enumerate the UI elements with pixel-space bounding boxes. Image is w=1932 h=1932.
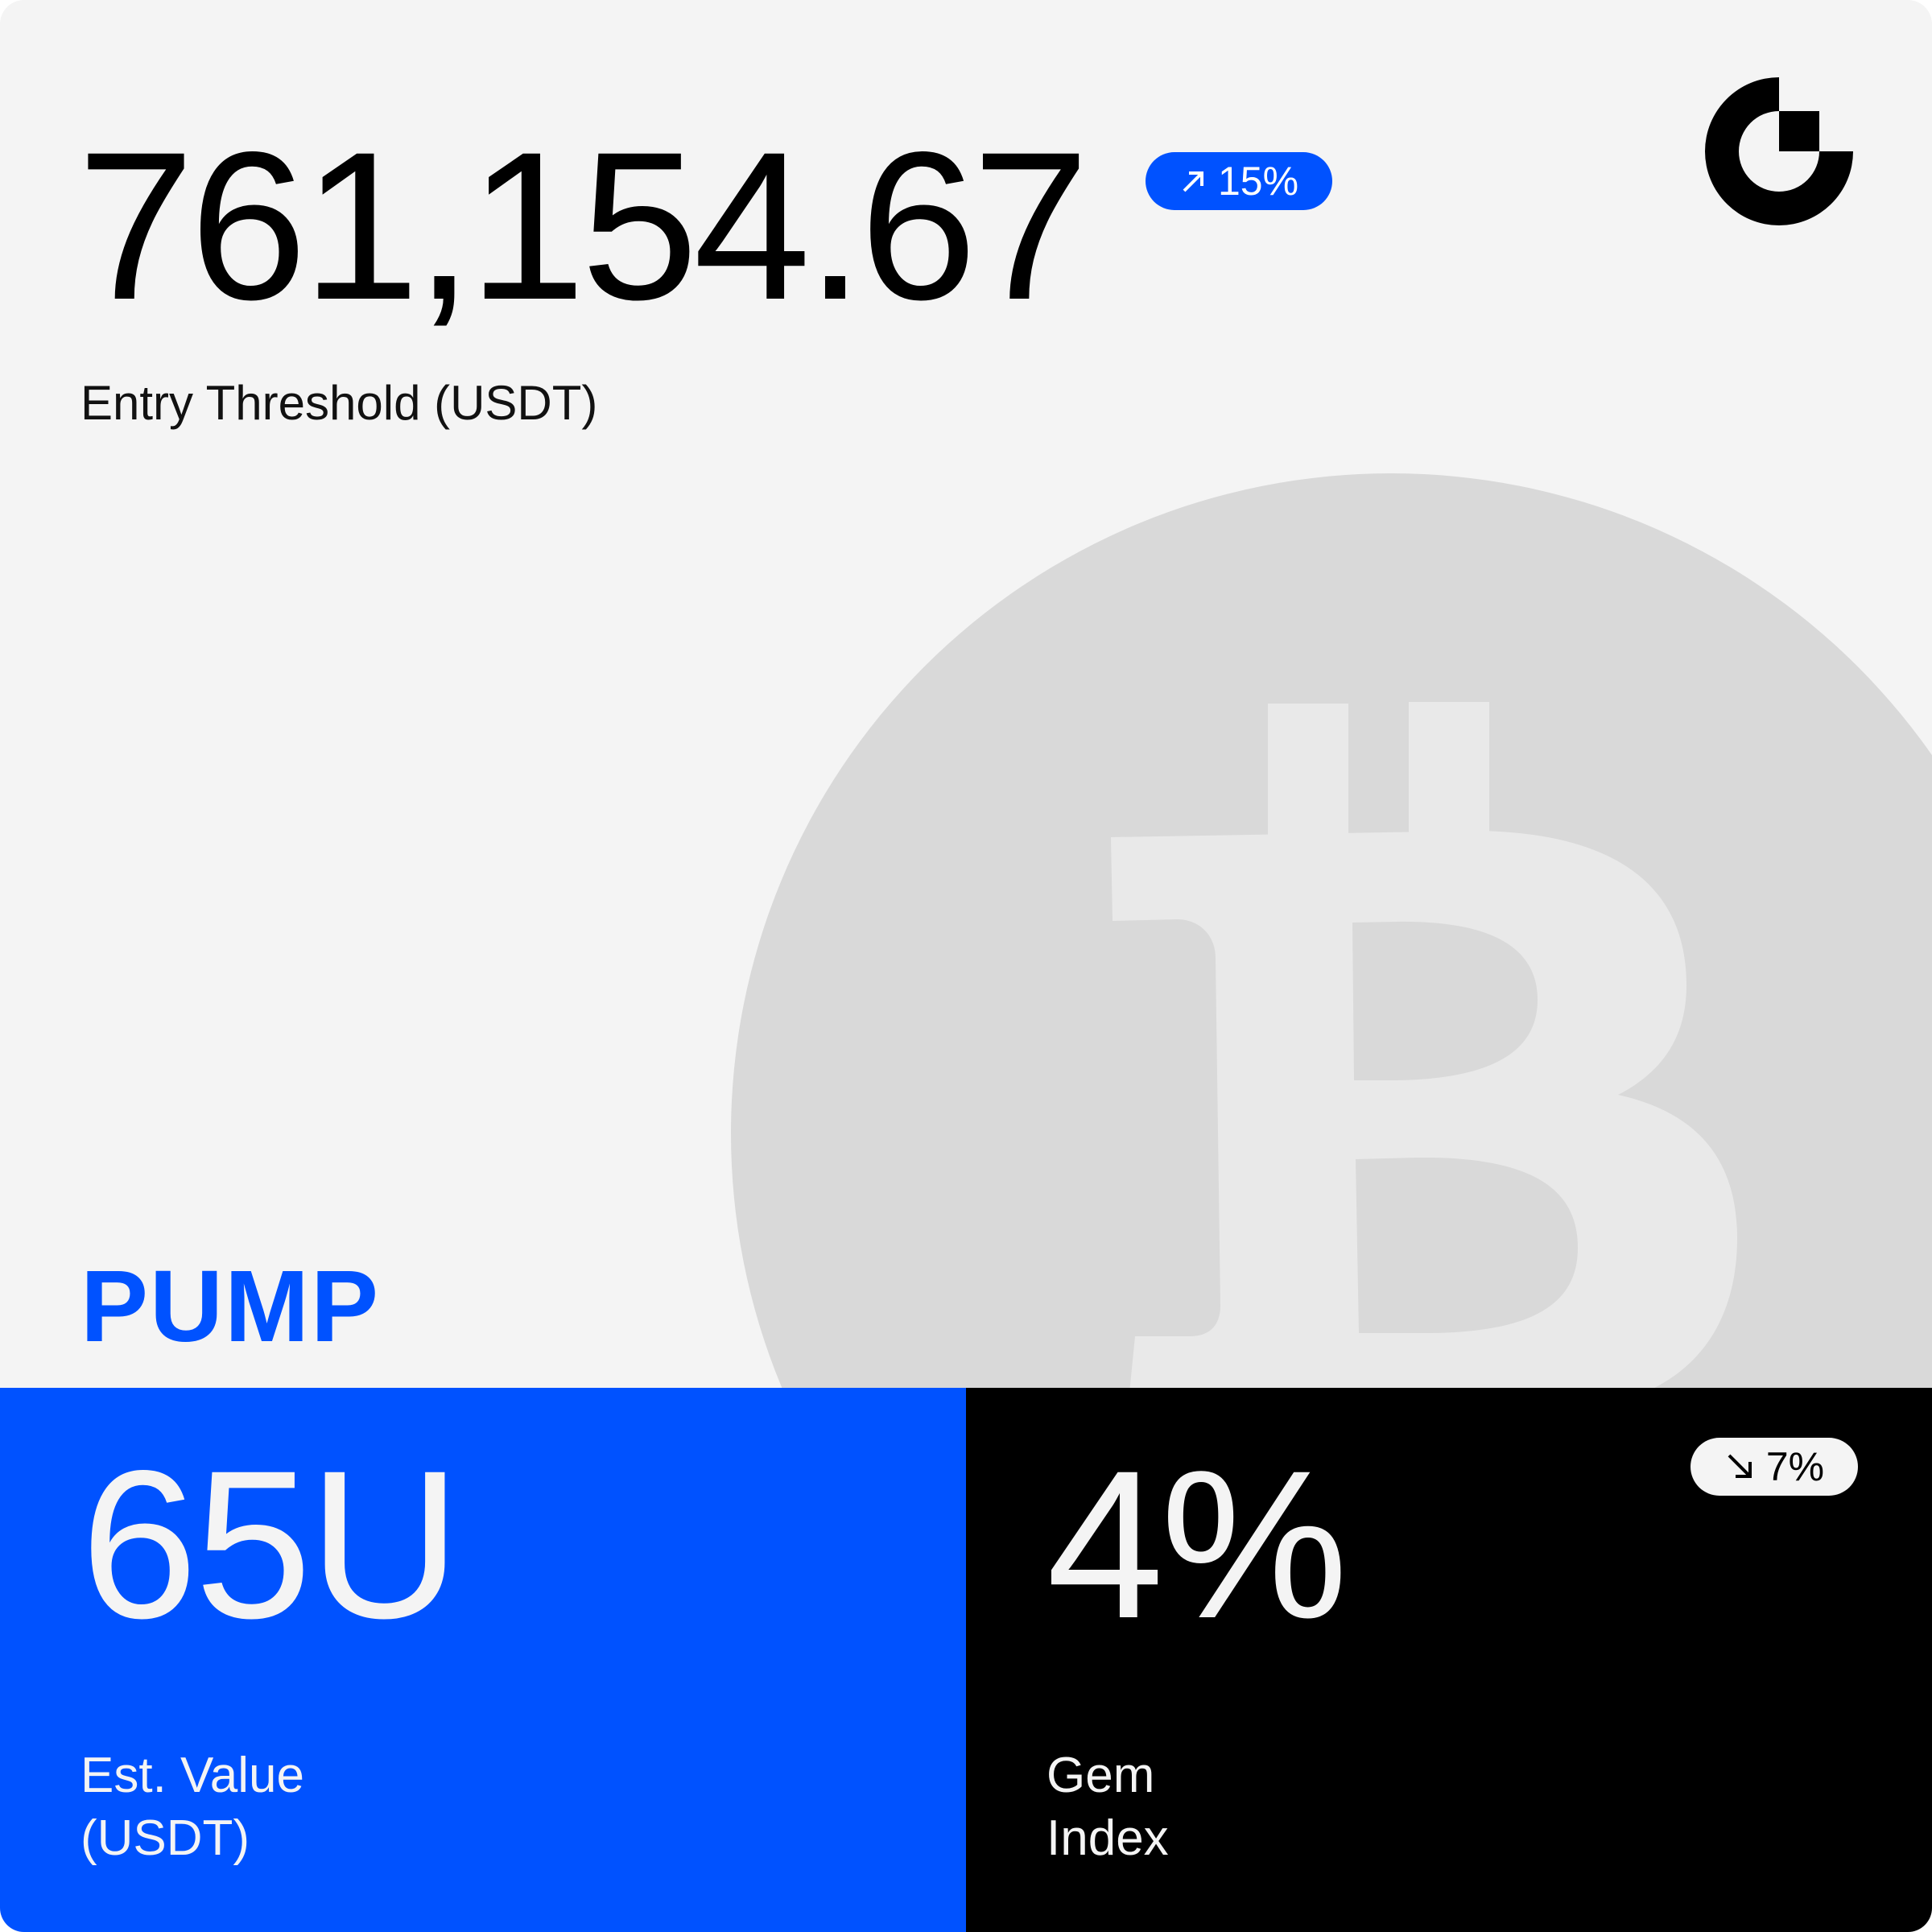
arrow-up-right-icon xyxy=(1183,171,1203,192)
arrow-down-right-icon xyxy=(1728,1454,1752,1478)
brand-logo-icon xyxy=(1705,77,1853,225)
gem-index-label: Gem Index xyxy=(1046,1744,1530,1870)
est-value-label: Est. Value (USDT) xyxy=(80,1744,564,1870)
gem-index-change-badge: 7% xyxy=(1690,1438,1858,1496)
gem-index-value: 4% xyxy=(1046,1426,1348,1662)
est-value-amount: 65U xyxy=(80,1426,461,1662)
threshold-change-text: 15% xyxy=(1217,159,1299,204)
est-value-label-line2: (USDT) xyxy=(80,1810,250,1867)
gem-index-change-text: 7% xyxy=(1765,1444,1825,1489)
est-value-label-line1: Est. Value xyxy=(80,1748,305,1803)
gem-index-label-line1: Gem xyxy=(1046,1748,1155,1803)
entry-threshold-label: Entry Threshold (USDT) xyxy=(80,376,598,430)
token-name: PUMP xyxy=(80,1249,381,1363)
threshold-change-badge: 15% xyxy=(1146,152,1332,210)
est-value-panel: 65U Est. Value (USDT) xyxy=(0,1388,966,1932)
pump-card: 761,154.67 15% Entry Threshold (USDT) PU… xyxy=(0,0,1932,1932)
entry-threshold-value: 761,154.67 xyxy=(77,108,1089,344)
gem-index-label-line2: Index xyxy=(1046,1810,1169,1867)
